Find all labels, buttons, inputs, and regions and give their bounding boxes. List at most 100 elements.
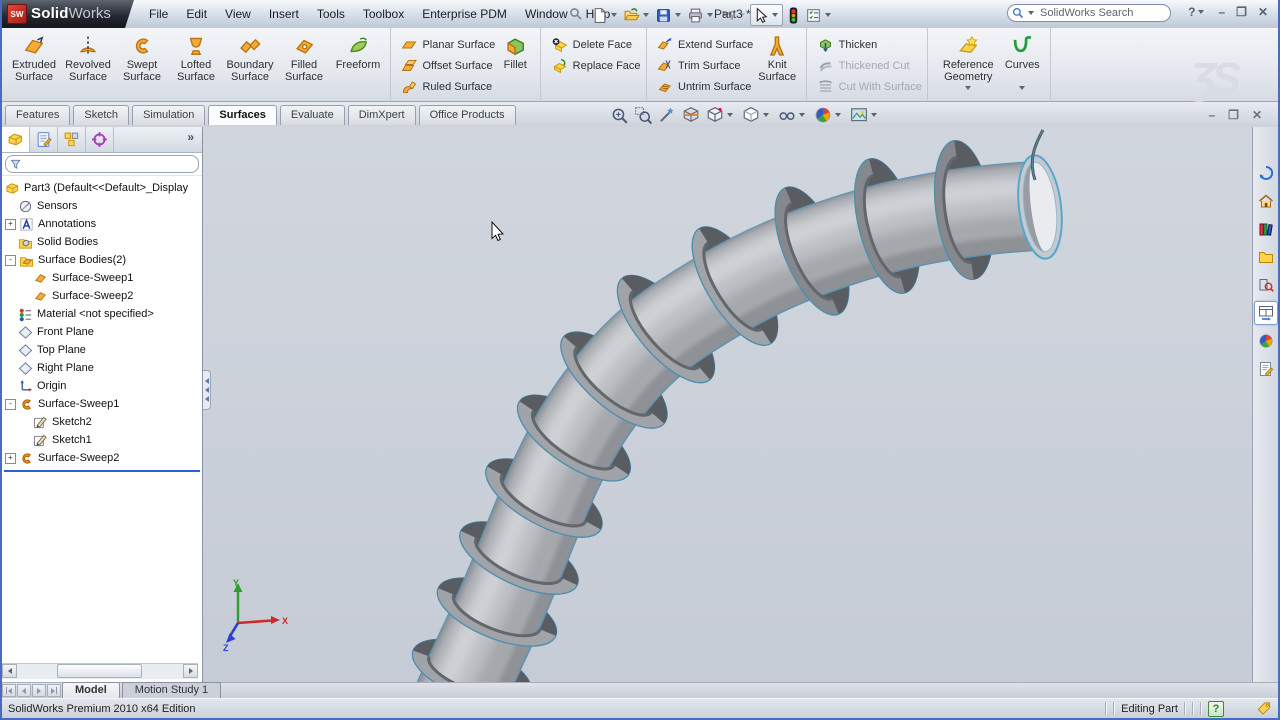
- menu-file[interactable]: File: [140, 0, 177, 28]
- extruded-surface-button[interactable]: ExtrudedSurface: [7, 31, 61, 83]
- tree-item-top-plane[interactable]: Top Plane: [2, 341, 202, 359]
- taskpane-view-palette-button[interactable]: [1254, 301, 1278, 325]
- section-view-button[interactable]: [682, 106, 700, 124]
- search-dropdown-icon[interactable]: [1028, 11, 1034, 15]
- zoom-to-selection-button[interactable]: [658, 106, 676, 124]
- tab-model[interactable]: Model: [62, 682, 120, 698]
- curves-dropdown-icon[interactable]: [1019, 86, 1025, 90]
- tab-dimxpert[interactable]: DimXpert: [348, 105, 416, 125]
- scroll-left-button[interactable]: [2, 664, 17, 678]
- tab-surfaces[interactable]: Surfaces: [208, 105, 276, 125]
- menu-edit[interactable]: Edit: [177, 0, 216, 28]
- tree-item-surface-sweep2[interactable]: Surface-Sweep2: [2, 287, 202, 305]
- select-button[interactable]: [750, 4, 783, 26]
- fillet-button[interactable]: Fillet: [495, 31, 535, 71]
- tree-item-origin[interactable]: Origin: [2, 377, 202, 395]
- menu-insert[interactable]: Insert: [260, 0, 308, 28]
- display-style-button[interactable]: [742, 106, 772, 124]
- open-button[interactable]: [622, 5, 653, 25]
- thickened-cut-button[interactable]: Thickened Cut: [817, 56, 922, 75]
- curves-button[interactable]: Curves: [999, 31, 1045, 90]
- tab-simulation[interactable]: Simulation: [132, 105, 205, 125]
- boundary-surface-button[interactable]: BoundarySurface: [223, 31, 277, 83]
- reference-geometry-dropdown-icon[interactable]: [965, 86, 971, 90]
- untrim-surface-button[interactable]: Untrim Surface: [656, 77, 753, 96]
- last-tab-button[interactable]: [47, 684, 61, 697]
- swept-surface-button[interactable]: SweptSurface: [115, 31, 169, 83]
- next-tab-button[interactable]: [32, 684, 46, 697]
- tree-filter-input[interactable]: [5, 155, 199, 173]
- first-tab-button[interactable]: [2, 684, 16, 697]
- taskpane-search-button[interactable]: [1254, 273, 1278, 297]
- edit-appearance-button[interactable]: [814, 106, 844, 124]
- offset-surface-button[interactable]: Offset Surface: [400, 56, 495, 75]
- knit-surface-button[interactable]: KnitSurface: [753, 31, 801, 83]
- taskpane-home-button[interactable]: [1254, 189, 1278, 213]
- panel-tab-propertymanager[interactable]: [30, 127, 58, 152]
- restore-button[interactable]: ❐: [1236, 5, 1247, 19]
- filled-surface-button[interactable]: FilledSurface: [277, 31, 331, 83]
- expander-plus[interactable]: +: [5, 219, 16, 230]
- help-button[interactable]: ?: [1188, 5, 1195, 19]
- tree-item-sketch2[interactable]: Sketch2: [2, 413, 202, 431]
- scroll-thumb[interactable]: [57, 664, 142, 678]
- tab-motion-study[interactable]: Motion Study 1: [122, 682, 221, 698]
- extend-surface-button[interactable]: Extend Surface: [656, 35, 753, 54]
- tab-features[interactable]: Features: [5, 105, 70, 125]
- print-button[interactable]: [686, 5, 717, 25]
- doc-close-button[interactable]: ✕: [1252, 108, 1262, 122]
- panel-tab-featuremanager[interactable]: [2, 127, 30, 152]
- doc-minimize-button[interactable]: –: [1208, 108, 1215, 122]
- tree-item-material-not-specified[interactable]: Material <not specified>: [2, 305, 202, 323]
- trim-surface-button[interactable]: Trim Surface: [656, 56, 753, 75]
- taskpane-custom-properties-button[interactable]: [1254, 357, 1278, 381]
- tree-item-surface-sweep1[interactable]: Surface-Sweep1: [2, 269, 202, 287]
- menu-enterprise-pdm[interactable]: Enterprise PDM: [413, 0, 516, 28]
- save-button[interactable]: [654, 5, 685, 25]
- taskpane-file-explorer-button[interactable]: [1254, 245, 1278, 269]
- lofted-surface-button[interactable]: LoftedSurface: [169, 31, 223, 83]
- rebuild-button[interactable]: [784, 5, 803, 25]
- revolved-surface-button[interactable]: RevolvedSurface: [61, 31, 115, 83]
- panel-splitter-handle[interactable]: [203, 370, 211, 410]
- reference-geometry-button[interactable]: ReferenceGeometry: [937, 31, 999, 90]
- expander-minus[interactable]: -: [5, 399, 16, 410]
- tree-item-surface-sweep2[interactable]: +Surface-Sweep2: [2, 449, 202, 467]
- ruled-surface-button[interactable]: Ruled Surface: [400, 77, 495, 96]
- taskpane-solidworks-resources-button[interactable]: [1254, 161, 1278, 185]
- cut-with-surface-button[interactable]: Cut With Surface: [817, 77, 922, 96]
- expander-plus[interactable]: +: [5, 453, 16, 464]
- rollback-bar[interactable]: [4, 470, 200, 472]
- expander-minus[interactable]: -: [5, 255, 16, 266]
- tree-item-surface-sweep1[interactable]: -Surface-Sweep1: [2, 395, 202, 413]
- zoom-to-area-button[interactable]: [634, 106, 652, 124]
- tree-horizontal-scrollbar[interactable]: [2, 663, 198, 679]
- zoom-to-fit-button[interactable]: [610, 106, 628, 124]
- graphics-viewport[interactable]: Y X Z: [203, 127, 1254, 682]
- menu-view[interactable]: View: [216, 0, 260, 28]
- help-dropdown-icon[interactable]: [1198, 10, 1204, 14]
- hide-show-items-button[interactable]: [778, 106, 808, 124]
- previous-tab-button[interactable]: [17, 684, 31, 697]
- tree-root-part[interactable]: Part3 (Default<<Default>_Display: [2, 179, 202, 197]
- menu-tools[interactable]: Tools: [308, 0, 354, 28]
- panel-tab-overflow-chevron[interactable]: »: [187, 127, 202, 152]
- menu-toolbox[interactable]: Toolbox: [354, 0, 413, 28]
- minimize-button[interactable]: –: [1218, 5, 1225, 19]
- scroll-track[interactable]: [17, 664, 183, 679]
- thicken-button[interactable]: Thicken: [817, 35, 922, 54]
- planar-surface-button[interactable]: Planar Surface: [400, 35, 495, 54]
- doc-restore-button[interactable]: ❐: [1228, 108, 1239, 122]
- tree-item-surface-bodies-2[interactable]: -Surface Bodies(2): [2, 251, 202, 269]
- taskpane-design-library-button[interactable]: [1254, 217, 1278, 241]
- panel-tab-dimxpertmanager[interactable]: [86, 127, 114, 152]
- close-button[interactable]: ✕: [1258, 5, 1268, 19]
- toolbar-pin-icon[interactable]: [568, 6, 584, 22]
- freeform-button[interactable]: Freeform: [331, 31, 385, 83]
- tag-icon[interactable]: [1256, 701, 1272, 716]
- tab-evaluate[interactable]: Evaluate: [280, 105, 345, 125]
- tab-sketch[interactable]: Sketch: [73, 105, 129, 125]
- tree-item-sketch1[interactable]: Sketch1: [2, 431, 202, 449]
- tree-item-annotations[interactable]: +Annotations: [2, 215, 202, 233]
- tree-item-front-plane[interactable]: Front Plane: [2, 323, 202, 341]
